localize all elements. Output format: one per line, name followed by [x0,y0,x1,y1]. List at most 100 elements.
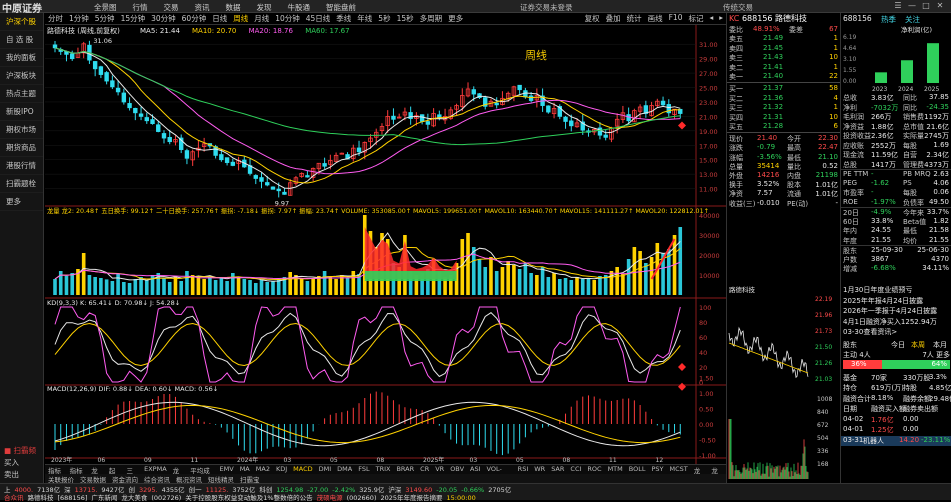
chart-tool-button[interactable]: 画线 [645,13,666,24]
kline-chart[interactable]: 路德科技 (周线,前复权) MA5: 21.44 MA10: 20.70 MA20: … [45,25,726,464]
menu-item[interactable]: 数据 [226,2,241,13]
sidebar-bottom-button[interactable]: ■ 扫霸频 [0,445,44,457]
indicator-tab[interactable]: VR [432,465,447,474]
sidebar-item[interactable]: 热点主题 [0,85,43,103]
chart-tool-button[interactable]: 叠加 [603,13,624,24]
indicator-tab[interactable]: 龙线 [691,465,709,474]
period-tab[interactable]: 周线 [230,13,251,24]
news-ticker-item[interactable]: 广东新闻 [91,494,117,502]
maximize-icon[interactable]: □ [919,1,933,10]
indicator-tab[interactable]: ROC [584,465,604,474]
indicator-tab[interactable]: RSI [515,465,532,474]
menu-icon[interactable]: ☰ [891,1,905,10]
menu-item[interactable]: 全景图 [94,2,117,13]
indicator-tab[interactable]: TRIX [373,465,394,474]
flow-tab[interactable]: 今日 [891,340,905,350]
bottom-stock-row[interactable]: 03-31 机器人 14.20 -23.11% [841,436,951,446]
indicator-tab[interactable]: 龙线 [708,465,726,474]
sidebar-item[interactable]: 扫霸题栓 [0,175,43,193]
sub-tab[interactable]: 短线精灵 [205,474,237,483]
bid-row[interactable]: 买五 21.28 6 [727,122,840,131]
flow-out-count[interactable]: 7人 更多 [922,350,950,360]
sidebar-item[interactable]: 期权市场 [0,121,43,139]
period-tab[interactable]: 分时 [45,13,66,24]
period-tab[interactable]: 5秒 [375,13,393,24]
indicator-tab[interactable]: MCST [667,465,691,474]
ask-row[interactable]: 卖四 21.45 1 [727,44,840,53]
chart-tool-button[interactable]: 复权 [582,13,603,24]
indicator-tab[interactable]: 指标B [67,465,89,474]
period-tab[interactable]: 日线 [209,13,230,24]
bid-row[interactable]: 买三 21.32 1 [727,103,840,112]
fund-tag-hot[interactable]: 热季 [881,14,896,25]
news-ticker-item[interactable]: 15:00:00 [447,494,476,502]
period-tab[interactable]: 月线 [251,13,272,24]
indicator-tab[interactable]: BOLL [626,465,649,474]
news-ticker-item[interactable]: (002660) [347,494,377,502]
login-status[interactable]: 证券交易未登录 [520,2,573,13]
indicator-tab[interactable]: 龙量 [88,465,106,474]
news-line[interactable]: 03-30查看资讯> [843,327,897,337]
sidebar-item[interactable]: 沪深板块 [0,67,43,85]
indicator-tab[interactable]: EMV [217,465,237,474]
chart-tool-button[interactable]: 统计 [624,13,645,24]
news-ticker-item[interactable]: 关于控股股东权益变动触及1%整数倍的公告 [185,494,312,502]
period-tab[interactable]: 10分钟 [272,13,303,24]
menu-item[interactable]: 牛股通 [288,2,311,13]
indicator-tab[interactable]: MA2 [253,465,273,474]
indicator-tab[interactable]: MA [237,465,253,474]
sidebar-bottom-button[interactable]: 卖出 [0,469,44,481]
flow-tab[interactable]: 本月 [933,340,947,350]
indicator-tab[interactable]: MACD [290,465,315,474]
sidebar-bottom-button[interactable]: 买入 [0,457,44,469]
ask-row[interactable]: 卖五 21.49 1 [727,34,840,43]
indicator-tab[interactable]: MTM [605,465,626,474]
indicator-tab[interactable]: VOL-TDX [484,465,515,474]
sub-tab[interactable]: 交易数据 [77,474,109,483]
indicator-tab[interactable]: OBV [447,465,467,474]
indicator-tab[interactable]: 三线 [123,465,141,474]
news-ticker-item[interactable]: 茂硕电源 [317,494,343,502]
flow-tab[interactable]: 本周 [911,340,925,350]
fund-tag-follow[interactable]: 关注 [905,14,920,25]
indicator-tab[interactable]: ASI [467,465,484,474]
sub-tab[interactable]: 资金流向 [109,474,141,483]
news-ticker-item[interactable]: 合众讯 [4,494,24,502]
indicator-tab[interactable]: BRAR [393,465,417,474]
indicator-tab[interactable]: 指标A [45,465,67,474]
period-tab[interactable]: 15分钟 [118,13,149,24]
indicator-tab[interactable]: 龙量 [170,465,188,474]
bid-row[interactable]: 买二 21.36 4 [727,94,840,103]
news-ticker-item[interactable]: 2025年年度报告摘要 [380,494,442,502]
sidebar-item[interactable]: 自 选 股 [0,31,43,49]
indicator-tab[interactable]: DMI [316,465,335,474]
sub-tab[interactable]: 概况资讯 [173,474,205,483]
news-ticker-item[interactable]: (002726) [151,494,181,502]
news-ticker-item[interactable]: 龙大美食 [121,494,147,502]
period-tab[interactable]: 年线 [354,13,375,24]
bid-row[interactable]: 买一 21.37 58 [727,84,840,93]
menu-item[interactable]: 智能盘前 [326,2,356,13]
news-ticker-item[interactable]: [688156] [58,494,88,502]
period-tab[interactable]: 45日线 [303,13,334,24]
ask-row[interactable]: 卖一 21.40 22 [727,72,840,81]
period-tab[interactable]: 30分钟 [148,13,179,24]
ask-row[interactable]: 卖二 21.41 1 [727,63,840,72]
period-tab[interactable]: 60分钟 [179,13,210,24]
period-tab[interactable]: 15秒 [394,13,417,24]
period-tab[interactable]: 多周期 [417,13,446,24]
sidebar-item[interactable]: 更多 [0,193,43,211]
news-line[interactable]: 4月1日融资净买入1252.94万 [843,317,937,327]
indicator-tab[interactable]: WR [531,465,548,474]
sub-tab[interactable]: 扫霸宝 [237,474,263,483]
indicator-tab[interactable]: 起爆 [106,465,124,474]
indicator-tab[interactable]: 平均成本 [187,465,216,474]
chart-tool-button[interactable]: 标记 [685,13,706,24]
indicator-tab[interactable]: CCI [567,465,584,474]
flow-tab[interactable]: 股东 [843,340,857,350]
indicator-tab[interactable]: FSL [355,465,372,474]
close-icon[interactable]: ✕ [933,1,947,10]
news-line[interactable]: 2025年年报4月24日披露 [843,296,923,306]
menu-item[interactable]: 交易 [164,2,179,13]
intraday-tick-chart[interactable]: 路德科技 22.19 21.96 21.73 21.50 21.26 21.03 1008 84… [726,283,840,483]
